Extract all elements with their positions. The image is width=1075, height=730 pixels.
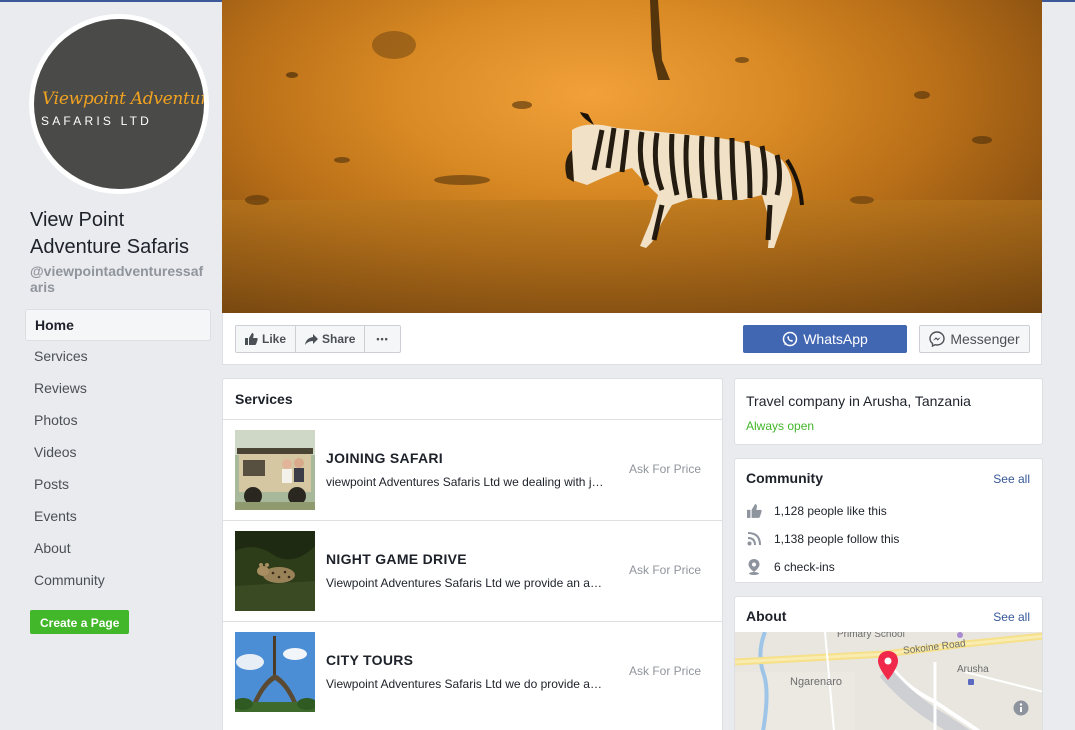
nav-item-videos[interactable]: Videos [25,437,211,469]
action-button-group: Like Share ••• [235,325,401,353]
service-description: viewpoint Adventures Safaris Ltd we deal… [326,475,604,489]
whatsapp-icon [782,331,798,347]
service-description: Viewpoint Adventures Safaris Ltd we prov… [326,576,604,590]
services-card: Services JOINING SAFARI viewpoint Advent… [222,378,723,730]
share-button[interactable]: Share [296,326,366,352]
service-thumbnail [235,531,315,611]
service-thumbnail [235,632,315,712]
service-name: NIGHT GAME DRIVE [326,551,467,567]
nav-item-reviews[interactable]: Reviews [25,373,211,405]
page-nav: Home Services Reviews Photos Videos Post… [25,309,211,597]
service-price: Ask For Price [629,563,702,577]
safari-vehicle-image [235,430,315,510]
checkins-stat: 6 check-ins [746,557,835,577]
city-monument-image [235,632,315,712]
nav-item-services[interactable]: Services [25,341,211,373]
info-card: Travel company in Arusha, Tanzania Alway… [734,378,1043,445]
follows-stat: 1,138 people follow this [746,529,899,549]
community-card: Community See all 1,128 people like this… [734,458,1043,583]
nav-item-home[interactable]: Home [25,309,211,341]
thumbs-up-icon [746,503,762,519]
service-item[interactable]: JOINING SAFARI viewpoint Adventures Safa… [223,419,722,520]
page-title[interactable]: View Point Adventure Safaris [30,207,210,261]
service-item[interactable]: NIGHT GAME DRIVE Viewpoint Adventures Sa… [223,520,722,621]
zebra-illustration [245,0,992,248]
page-handle[interactable]: @viewpointadventuressafaris [30,263,210,295]
create-page-button[interactable]: Create a Page [30,610,130,634]
logo-text: Viewpoint Adventure [42,89,204,109]
whatsapp-button[interactable]: WhatsApp [743,325,907,353]
nav-item-events[interactable]: Events [25,501,211,533]
nav-item-photos[interactable]: Photos [25,405,211,437]
location-pin-icon [746,559,762,575]
left-column: Viewpoint Adventure SAFARIS LTD View Poi… [0,0,222,730]
action-bar: Like Share ••• WhatsApp Messenger [222,313,1042,365]
community-title: Community [746,470,823,486]
about-see-all-link[interactable]: See all [993,610,1030,624]
service-thumbnail [235,430,315,510]
service-name: JOINING SAFARI [326,450,443,466]
thumbs-up-icon [245,333,258,345]
like-button[interactable]: Like [236,326,297,352]
checkins-count: 6 check-ins [774,560,835,574]
service-name: CITY TOURS [326,652,414,668]
more-dots-icon: ••• [376,334,389,344]
more-options-button[interactable]: ••• [365,326,399,352]
night-serval-image [235,531,315,611]
location-map[interactable]: Primary School Sokoine Road Arusha Ngare… [735,632,1042,730]
about-title: About [746,608,787,624]
likes-count: 1,128 people like this [774,504,887,518]
business-category: Travel company in Arusha, Tanzania [746,393,971,409]
community-see-all-link[interactable]: See all [993,472,1030,486]
share-arrow-icon [305,333,319,345]
map-label-school: Primary School [837,632,905,640]
rss-follow-icon [746,531,762,547]
profile-picture[interactable]: Viewpoint Adventure SAFARIS LTD [29,14,209,194]
info-icon[interactable] [1013,700,1029,716]
share-label: Share [322,332,356,346]
logo-subtext: SAFARIS LTD [41,114,152,128]
map-marker-icon[interactable] [876,650,900,682]
nav-item-posts[interactable]: Posts [25,469,211,501]
services-title: Services [235,391,293,407]
service-price: Ask For Price [629,664,702,678]
messenger-label: Messenger [950,331,1020,347]
nav-item-about[interactable]: About [25,533,211,565]
service-item[interactable]: CITY TOURS Viewpoint Adventures Safaris … [223,621,722,722]
service-price: Ask For Price [629,462,702,476]
messenger-icon [929,331,946,347]
messenger-button[interactable]: Messenger [919,325,1030,353]
nav-item-community[interactable]: Community [25,565,211,597]
hours-status: Always open [746,419,815,433]
like-label: Like [262,332,287,346]
whatsapp-label: WhatsApp [803,331,868,347]
service-description: Viewpoint Adventures Safaris Ltd we do p… [326,677,604,691]
likes-stat: 1,128 people like this [746,501,887,521]
follows-count: 1,138 people follow this [774,532,900,546]
cover-photo[interactable] [222,0,1042,313]
logo-image: Viewpoint Adventure SAFARIS LTD [34,19,204,189]
map-label-ngarenaro: Ngarenaro [790,676,842,688]
about-card: About See all Primary School Sokoine Roa… [734,596,1043,730]
map-label-arusha: Arusha [957,664,989,675]
